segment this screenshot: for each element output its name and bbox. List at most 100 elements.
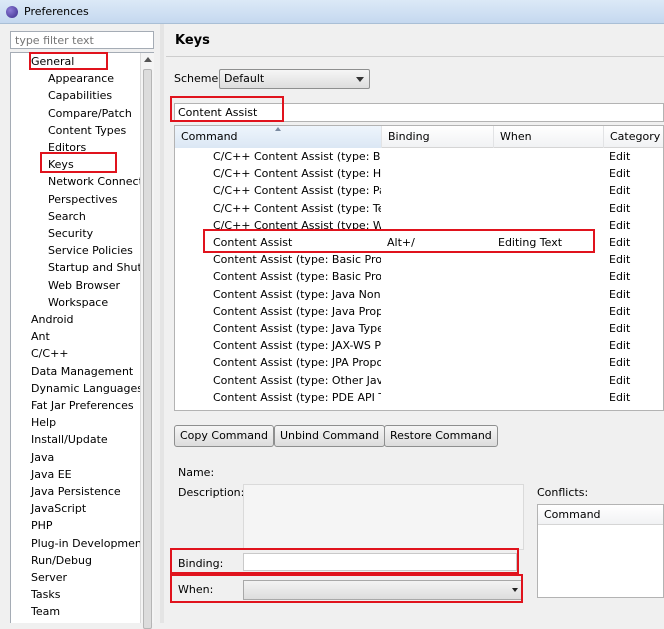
- conflicts-column-command[interactable]: Command: [538, 505, 663, 525]
- tree-item[interactable]: Content Types: [48, 122, 126, 139]
- cell-command: Content Assist: [213, 236, 293, 249]
- tree-item[interactable]: C/C++: [31, 345, 69, 362]
- tree-item[interactable]: Dynamic Languages: [31, 380, 143, 397]
- tree-item[interactable]: Perspectives: [48, 191, 117, 208]
- tree-item[interactable]: PHP: [31, 517, 53, 534]
- tree-item[interactable]: Tasks: [31, 586, 60, 603]
- table-row[interactable]: Content Assist (type: JAX-WS Prop Edit: [175, 337, 663, 354]
- tree-item[interactable]: Startup and Shutd: [48, 259, 149, 276]
- cell-command: Content Assist (type: JAX-WS Prop: [213, 339, 381, 353]
- cell-binding: [387, 354, 492, 371]
- cell-when: [498, 337, 602, 354]
- cell-when: [498, 251, 602, 268]
- cell-binding: [387, 182, 492, 199]
- table-row[interactable]: C/C++ Content Assist (type: Parsin Edit: [175, 182, 663, 199]
- scroll-up-arrow-icon[interactable]: [144, 57, 152, 62]
- cell-category: Edit: [609, 373, 631, 387]
- chevron-down-icon: [356, 77, 364, 82]
- binding-field[interactable]: [243, 553, 517, 571]
- tree-item[interactable]: General: [31, 53, 74, 70]
- column-when[interactable]: When: [494, 126, 604, 148]
- tree-item[interactable]: Capabilities: [48, 87, 112, 104]
- tree-item[interactable]: Android: [31, 311, 74, 328]
- keys-search-input[interactable]: [174, 103, 664, 122]
- cell-binding: [387, 320, 492, 337]
- tree-item[interactable]: Help: [31, 414, 56, 431]
- tree-item[interactable]: Install/Update: [31, 431, 108, 448]
- cell-category: Edit: [609, 390, 631, 404]
- tree-item[interactable]: Ant: [31, 328, 50, 345]
- title-separator: [166, 56, 664, 57]
- table-row[interactable]: Content Assist (type: Basic Propos Edit: [175, 251, 663, 268]
- cell-when: [498, 200, 602, 217]
- when-label: When:: [178, 583, 214, 596]
- table-row[interactable]: Content Assist (type: Other JavaSc Edit: [175, 372, 663, 389]
- table-row[interactable]: Content Assist (type: PDE API Tool Edit: [175, 389, 663, 406]
- tree-item[interactable]: Compare/Patch: [48, 105, 132, 122]
- cell-category: Edit: [609, 322, 631, 335]
- tree-item[interactable]: Java Persistence: [31, 483, 121, 500]
- tree-item[interactable]: Java EE: [31, 466, 72, 483]
- column-category[interactable]: Category: [604, 126, 663, 148]
- chevron-down-icon: [512, 588, 518, 592]
- filter-input[interactable]: [10, 31, 154, 49]
- cell-binding: [387, 286, 492, 303]
- cell-category: Edit: [609, 201, 631, 215]
- tree-item[interactable]: Data Management: [31, 363, 133, 380]
- tree-scrollbar[interactable]: [140, 53, 154, 629]
- cell-binding: Alt+/: [387, 236, 415, 249]
- tree-item[interactable]: Service Policies: [48, 242, 133, 259]
- scheme-select[interactable]: Default: [219, 69, 370, 89]
- tree-item[interactable]: Search: [48, 208, 86, 225]
- tree-item[interactable]: Web Browser: [48, 277, 120, 294]
- table-row[interactable]: Content Assist (type: JPA Proposal Edit: [175, 354, 663, 371]
- tree-item[interactable]: Run/Debug: [31, 552, 92, 569]
- tree-item[interactable]: Network Connectio: [48, 173, 153, 190]
- column-binding[interactable]: Binding: [382, 126, 494, 148]
- tree-item[interactable]: Security: [48, 225, 93, 242]
- tree-item[interactable]: Editors: [48, 139, 86, 156]
- cell-category: Edit: [609, 184, 631, 198]
- table-row[interactable]: Content Assist (type: Basic Propos Edit: [175, 268, 663, 285]
- cell-command: Content Assist (type: Java Non-Typ: [213, 287, 381, 301]
- table-row[interactable]: Content Assist (type: Java Proposa Edit: [175, 303, 663, 320]
- pane-divider[interactable]: [160, 24, 164, 623]
- cell-when: [498, 165, 602, 182]
- cell-category: Edit: [609, 287, 631, 301]
- tree-item[interactable]: Team: [31, 603, 60, 620]
- scrollbar-thumb[interactable]: [143, 69, 152, 629]
- cell-when: [498, 320, 602, 337]
- cell-category: Edit: [609, 218, 631, 232]
- cell-command: C/C++ Content Assist (type: Temp: [213, 201, 381, 215]
- tree-item[interactable]: Appearance: [48, 70, 114, 87]
- tree-item[interactable]: Fat Jar Preferences: [31, 397, 134, 414]
- unbind-command-button[interactable]: Unbind Command: [274, 425, 386, 447]
- cell-when: [498, 148, 602, 165]
- table-row[interactable]: C/C++ Content Assist (type: Basic Edit: [175, 148, 663, 165]
- table-row[interactable]: C/C++ Content Assist (type: Help Edit: [175, 165, 663, 182]
- copy-command-button[interactable]: Copy Command: [174, 425, 274, 447]
- tree-item[interactable]: JavaScript: [31, 500, 86, 517]
- table-row[interactable]: C/C++ Content Assist (type: Word Edit: [175, 217, 663, 234]
- cell-command: Content Assist (type: JPA Proposal: [213, 356, 381, 370]
- cell-when: [498, 182, 602, 199]
- tree-item[interactable]: Plug-in Development: [31, 535, 146, 552]
- cell-when: [498, 217, 602, 234]
- tree-item[interactable]: Workspace: [48, 294, 108, 311]
- keys-table: Command Binding When Category C/C++ Cont…: [174, 125, 664, 411]
- table-row[interactable]: Content Assist (type: Java Non-Typ Edit: [175, 286, 663, 303]
- description-box: [243, 484, 524, 550]
- tree-item[interactable]: Keys: [48, 156, 74, 173]
- tree-item[interactable]: Java: [31, 449, 54, 466]
- tree-item[interactable]: Server: [31, 569, 67, 586]
- when-select[interactable]: [243, 580, 522, 600]
- conflicts-label: Conflicts:: [537, 486, 589, 499]
- cell-binding: [387, 217, 492, 234]
- table-row[interactable]: C/C++ Content Assist (type: Temp Edit: [175, 200, 663, 217]
- restore-command-button[interactable]: Restore Command: [384, 425, 498, 447]
- table-row[interactable]: Content Assist Alt+/ Editing Text Edit: [175, 234, 663, 251]
- cell-category: Edit: [609, 236, 631, 249]
- table-row[interactable]: Content Assist (type: Java Type Pro Edit: [175, 320, 663, 337]
- cell-binding: [387, 389, 492, 406]
- cell-when: [498, 286, 602, 303]
